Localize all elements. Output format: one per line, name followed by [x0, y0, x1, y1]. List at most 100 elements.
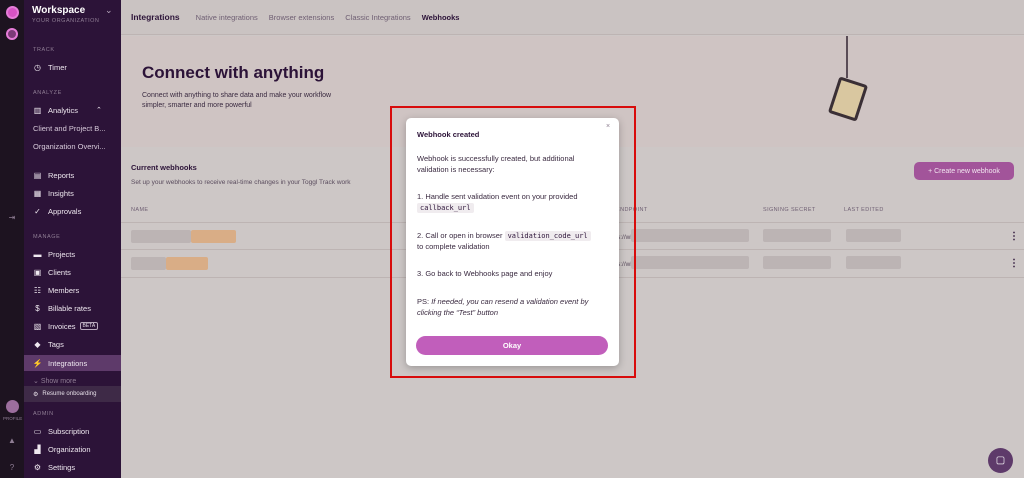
tab-classic-integrations[interactable]: Classic Integrations [345, 13, 410, 22]
gear-icon: ⚙ [33, 462, 42, 472]
blurred-secret [763, 229, 831, 242]
sidebar-item-insights[interactable]: ▦ Insights [24, 185, 121, 201]
sidebar-item-label: Organization [48, 444, 91, 454]
section-analyze: ANALYZE [33, 90, 62, 96]
invoice-icon: ▧ [33, 321, 42, 331]
sidebar-item-subscription[interactable]: ▭ Subscription [24, 423, 121, 439]
blurred-endpoint [631, 229, 749, 242]
sidebar-item-label: Billable rates [48, 303, 91, 313]
workspace-logo-icon[interactable] [6, 28, 18, 40]
help-icon[interactable]: ? [7, 463, 17, 473]
sidebar-item-clients[interactable]: ▣ Clients [24, 264, 121, 280]
show-more-label: Show more [40, 378, 77, 385]
sidebar-item-label: Organization Overvi... [33, 141, 106, 151]
users-icon: ☷ [33, 285, 42, 295]
app-rail: ⇥ PROFILE ▲ ? [0, 0, 24, 478]
blurred-date [846, 256, 901, 269]
modal-ps: PS: If needed, you can resend a validati… [417, 297, 607, 318]
modal-intro: Webhook is successfully created, but add… [417, 154, 575, 174]
step-1-text: 1. Handle sent validation event on your … [417, 192, 578, 201]
card-icon: ▭ [33, 426, 42, 436]
blurred-name [166, 257, 208, 270]
column-name: NAME [131, 207, 149, 213]
step-2-text: 2. Call or open in browser [417, 231, 503, 240]
sidebar-item-billable-rates[interactable]: $ Billable rates [24, 300, 121, 316]
callback-url-code: callback_url [417, 202, 474, 213]
sidebar-item-members[interactable]: ☷ Members [24, 282, 121, 298]
sidebar-item-label: Integrations [48, 358, 88, 368]
column-last-edited: LAST EDITED [844, 207, 884, 213]
profile-label: PROFILE [3, 416, 23, 421]
sidebar-item-analytics[interactable]: ▥ Analytics ⌃ [24, 102, 121, 118]
tab-browser-extensions[interactable]: Browser extensions [269, 13, 334, 22]
chain-decoration [846, 36, 848, 78]
blurred-date [846, 229, 901, 242]
tab-webhooks[interactable]: Webhooks [422, 13, 460, 22]
sidebar-item-settings[interactable]: ⚙ Settings [24, 459, 121, 475]
show-more-link[interactable]: ⌄ Show more [33, 377, 76, 385]
sidebar-item-tags[interactable]: ◆ Tags [24, 336, 121, 352]
blurred-endpoint [631, 256, 749, 269]
sidebar-item-label: Clients [48, 267, 71, 277]
ps-label: PS: [417, 297, 430, 306]
folder-icon: ▬ [33, 249, 42, 259]
ps-text: If needed, you can resend a validation e… [417, 297, 589, 317]
sidebar-item-approvals[interactable]: ✓ Approvals [24, 203, 121, 219]
sidebar-item-label: Timer [48, 62, 67, 72]
chevron-down-icon: ⌄ [33, 378, 41, 385]
modal-step-3: 3. Go back to Webhooks page and enjoy [417, 269, 553, 278]
sidebar-item-label: Invoices [48, 321, 76, 331]
sidebar-item-org-overview[interactable]: Organization Overvi... [24, 138, 121, 154]
column-signing-secret: SIGNING SECRET [763, 207, 816, 213]
sidebar-item-label: Client and Project B... [33, 123, 106, 133]
page-title: Integrations [131, 12, 180, 22]
webhook-created-modal: × Webhook created Webhook is successfull… [406, 118, 619, 366]
tag-icon: ◆ [34, 339, 41, 349]
modal-step-1: 1. Handle sent validation event on your … [417, 192, 607, 213]
workspace-title[interactable]: Workspace [32, 5, 85, 16]
close-icon[interactable]: × [606, 123, 610, 130]
dollar-icon: $ [35, 303, 40, 313]
sidebar-item-label: Tags [48, 339, 64, 349]
sidebar-item-timer[interactable]: ◷ Timer [24, 59, 121, 75]
plug-icon: ⚡ [32, 358, 43, 368]
toggl-logo-icon[interactable] [6, 6, 19, 19]
more-options-icon[interactable]: ⋮ [1009, 231, 1019, 242]
beta-badge: BETA [79, 322, 99, 330]
resume-onboarding-button[interactable]: ⚙ Resume onboarding [24, 386, 121, 402]
more-options-icon[interactable]: ⋮ [1009, 258, 1019, 269]
sidebar-item-label: Approvals [48, 206, 82, 216]
okay-button[interactable]: Okay [416, 336, 608, 355]
gear-icon: ⚙ [33, 391, 39, 398]
chevron-down-icon[interactable]: ⌄ [105, 5, 113, 16]
top-bar: Integrations Native integrations Browser… [121, 0, 1024, 35]
sidebar-item-reports[interactable]: ▤ Reports [24, 167, 121, 183]
sidebar-item-projects[interactable]: ▬ Projects [24, 246, 121, 262]
chat-icon: ▢ [995, 455, 1006, 466]
hourglass-illustration [827, 76, 869, 122]
sidebar-item-label: Members [48, 285, 80, 295]
sidebar-item-client-project[interactable]: Client and Project B... [24, 120, 121, 136]
blurred-name [131, 257, 166, 270]
avatar[interactable] [6, 400, 19, 413]
bar-chart-icon: ▥ [33, 105, 42, 115]
sidebar-item-organization[interactable]: ▟ Organization [24, 441, 121, 457]
sidebar-item-label: Projects [48, 249, 76, 259]
webhooks-title: Current webhooks [131, 163, 197, 172]
insights-icon: ▦ [33, 188, 42, 198]
tab-native-integrations[interactable]: Native integrations [196, 13, 258, 22]
sidebar-item-label: Reports [48, 170, 75, 180]
blurred-name [191, 230, 236, 243]
step-2-continuation: to complete validation [417, 241, 490, 251]
hero-description: Connect with anything to share data and … [142, 92, 332, 109]
document-icon: ▤ [33, 170, 42, 180]
sidebar-item-integrations[interactable]: ⚡ Integrations [24, 355, 121, 371]
bell-icon[interactable]: ▲ [7, 436, 17, 446]
building-icon: ▟ [34, 444, 41, 454]
sidebar-item-label: Settings [48, 462, 76, 472]
collapse-sidebar-icon[interactable]: ⇥ [7, 213, 17, 223]
create-webhook-button[interactable]: + Create new webhook [914, 162, 1014, 180]
chat-support-button[interactable]: ▢ [988, 448, 1013, 473]
sidebar-item-invoices[interactable]: ▧ Invoices BETA [24, 318, 121, 334]
contact-card-icon: ▣ [33, 267, 42, 277]
